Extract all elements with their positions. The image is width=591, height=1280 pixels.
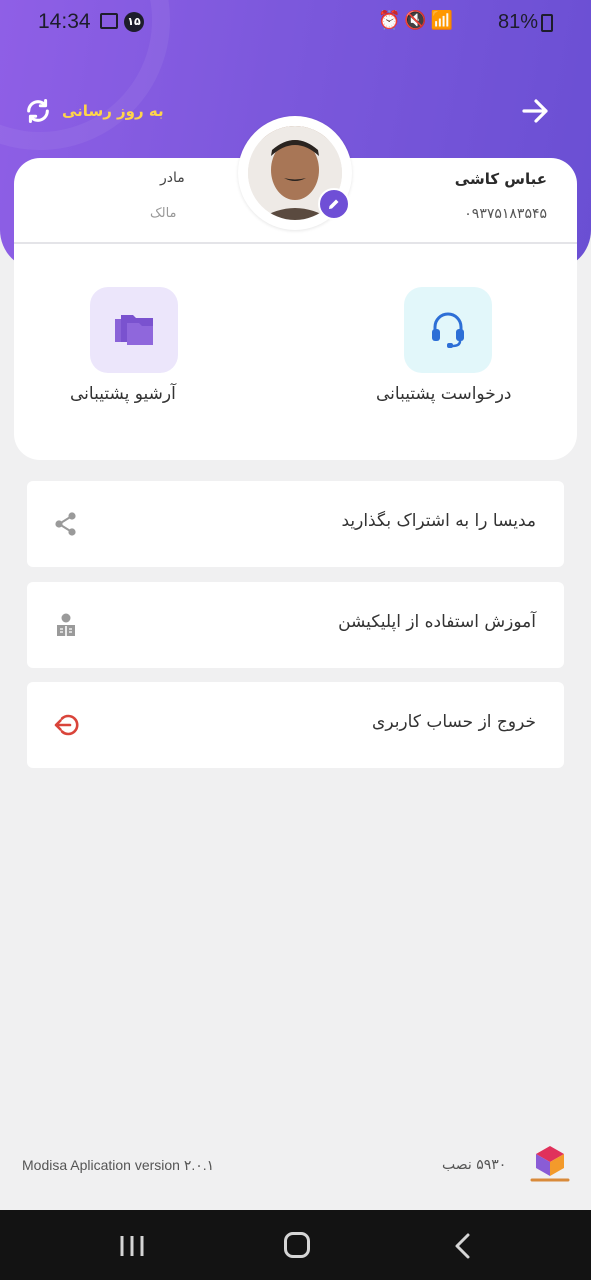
support-request-label[interactable]: درخواست پشتیبانی [376, 384, 512, 404]
user-phone: ۰۹۳۷۵۱۸۳۵۴۵ [464, 206, 547, 222]
folders-icon [115, 315, 153, 345]
status-time: 14:34 [38, 10, 91, 33]
gallery-icon [100, 13, 118, 29]
support-archive-label[interactable]: آرشیو پشتیبانی [70, 384, 176, 404]
notification-badge: ۱۵ [124, 12, 144, 32]
edit-avatar-button[interactable] [318, 188, 350, 220]
arrow-right-icon[interactable] [520, 96, 552, 126]
app-tutorial-item[interactable]: آموزش استفاده از اپلیکیشن [27, 582, 564, 668]
battery-level: 81% [498, 11, 539, 33]
modisa-logo-icon [530, 1146, 570, 1182]
logout-icon [54, 714, 79, 736]
system-nav-bar [0, 1210, 591, 1280]
support-request-button[interactable] [404, 287, 492, 373]
back-icon[interactable] [452, 1232, 472, 1260]
refresh-label: به روز رسانی [62, 102, 164, 120]
user-relation: مادر [160, 170, 185, 186]
battery-icon [541, 14, 553, 32]
user-name: عباس کاشی [454, 170, 547, 188]
refresh-icon [27, 98, 49, 124]
pencil-icon [329, 199, 339, 209]
install-count: ۵۹۳۰ نصب [442, 1157, 507, 1173]
recent-apps-icon[interactable] [118, 1235, 146, 1257]
profile-divider [14, 242, 577, 244]
refresh-button[interactable]: به روز رسانی [24, 96, 164, 126]
reading-person-icon [57, 613, 75, 636]
status-bar: 14:34 ۱۵ ⏰🔇📶 81% [0, 0, 591, 46]
user-role: مالک [150, 206, 177, 221]
share-app-item[interactable]: مدیسا را به اشتراک بگذارید [27, 481, 564, 567]
support-archive-button[interactable] [90, 287, 178, 373]
app-tutorial-label: آموزش استفاده از اپلیکیشن [338, 612, 536, 632]
logout-label: خروج از حساب کاربری [372, 712, 536, 732]
status-icons: ⏰🔇📶 [378, 10, 458, 31]
app-version: Modisa Aplication version ۲.۰.۱ [22, 1157, 215, 1173]
headset-icon [432, 312, 464, 348]
share-app-label: مدیسا را به اشتراک بگذارید [341, 511, 536, 531]
logout-item[interactable]: خروج از حساب کاربری [27, 682, 564, 768]
share-icon [55, 512, 76, 536]
home-icon[interactable] [284, 1232, 310, 1258]
